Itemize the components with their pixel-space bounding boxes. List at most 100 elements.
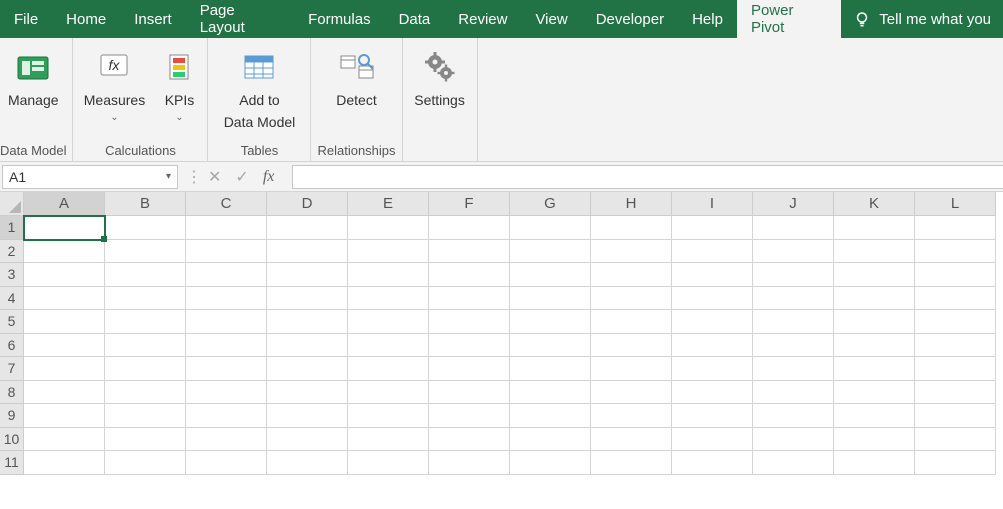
tab-view[interactable]: View (521, 0, 581, 38)
cell[interactable] (753, 240, 834, 264)
column-header[interactable]: D (267, 192, 348, 216)
cell[interactable] (672, 263, 753, 287)
column-header[interactable]: I (672, 192, 753, 216)
cell[interactable] (591, 263, 672, 287)
cell[interactable] (915, 287, 996, 311)
tab-data[interactable]: Data (385, 0, 445, 38)
chevron-down-icon[interactable]: ▾ (166, 171, 171, 182)
cell[interactable] (915, 263, 996, 287)
cell[interactable] (348, 216, 429, 240)
cell[interactable] (105, 310, 186, 334)
cell[interactable] (267, 334, 348, 358)
cell[interactable] (24, 357, 105, 381)
tab-file[interactable]: File (0, 0, 52, 38)
cell[interactable] (591, 357, 672, 381)
column-header[interactable]: C (186, 192, 267, 216)
cell[interactable] (267, 381, 348, 405)
cell[interactable] (105, 357, 186, 381)
cell[interactable] (24, 381, 105, 405)
row-header[interactable]: 1 (0, 216, 24, 240)
cell[interactable] (753, 404, 834, 428)
formula-input[interactable] (292, 165, 1003, 189)
column-header[interactable]: B (105, 192, 186, 216)
tab-help[interactable]: Help (678, 0, 737, 38)
cell[interactable] (24, 404, 105, 428)
cell[interactable] (834, 404, 915, 428)
cell[interactable] (753, 263, 834, 287)
cell[interactable] (834, 451, 915, 475)
column-header[interactable]: G (510, 192, 591, 216)
cell[interactable] (429, 240, 510, 264)
cell[interactable] (186, 451, 267, 475)
cell[interactable] (510, 404, 591, 428)
cell[interactable] (429, 263, 510, 287)
cell[interactable] (672, 240, 753, 264)
cell[interactable] (186, 310, 267, 334)
cell[interactable] (753, 428, 834, 452)
cell[interactable] (510, 216, 591, 240)
cell[interactable] (24, 310, 105, 334)
cell[interactable] (753, 334, 834, 358)
column-header[interactable]: L (915, 192, 996, 216)
cell[interactable] (915, 428, 996, 452)
cell[interactable] (105, 404, 186, 428)
cell[interactable] (510, 428, 591, 452)
cell[interactable] (105, 240, 186, 264)
cell[interactable] (753, 310, 834, 334)
cell[interactable] (672, 404, 753, 428)
cell[interactable] (348, 240, 429, 264)
cell[interactable] (672, 357, 753, 381)
cell[interactable] (915, 240, 996, 264)
cell[interactable] (186, 287, 267, 311)
column-header[interactable]: H (591, 192, 672, 216)
cell[interactable] (186, 334, 267, 358)
cell[interactable] (834, 263, 915, 287)
insert-function-button[interactable]: fx (263, 168, 275, 186)
cell[interactable] (915, 404, 996, 428)
cell[interactable] (186, 357, 267, 381)
column-header[interactable]: E (348, 192, 429, 216)
cell[interactable] (348, 404, 429, 428)
cell[interactable] (915, 381, 996, 405)
cell[interactable] (915, 357, 996, 381)
tab-page-layout[interactable]: Page Layout (186, 0, 294, 38)
cell[interactable] (834, 334, 915, 358)
cell[interactable] (348, 451, 429, 475)
manage-button[interactable]: Manage (2, 42, 64, 110)
measures-button[interactable]: fx Measures ⌄ (79, 42, 149, 124)
cell[interactable] (510, 240, 591, 264)
cell[interactable] (429, 357, 510, 381)
cell[interactable] (591, 451, 672, 475)
cell[interactable] (915, 451, 996, 475)
cell[interactable] (753, 451, 834, 475)
cell[interactable] (105, 334, 186, 358)
cell[interactable] (429, 310, 510, 334)
cell[interactable] (429, 334, 510, 358)
cell[interactable] (429, 287, 510, 311)
cell[interactable] (186, 404, 267, 428)
column-header[interactable]: K (834, 192, 915, 216)
cell[interactable] (348, 357, 429, 381)
cell[interactable] (348, 428, 429, 452)
cell[interactable] (267, 451, 348, 475)
cell[interactable] (672, 287, 753, 311)
cell[interactable] (510, 381, 591, 405)
tab-formulas[interactable]: Formulas (294, 0, 385, 38)
cell[interactable] (429, 451, 510, 475)
settings-button[interactable]: Settings (409, 42, 471, 110)
row-header[interactable]: 10 (0, 428, 24, 452)
cell[interactable] (429, 428, 510, 452)
cell[interactable] (834, 216, 915, 240)
cell[interactable] (267, 428, 348, 452)
cell[interactable] (915, 310, 996, 334)
cell[interactable] (834, 381, 915, 405)
row-header[interactable]: 8 (0, 381, 24, 405)
cell[interactable] (267, 404, 348, 428)
column-header[interactable]: J (753, 192, 834, 216)
cell[interactable] (834, 310, 915, 334)
cell[interactable] (267, 263, 348, 287)
cell[interactable] (429, 216, 510, 240)
cell[interactable] (348, 381, 429, 405)
cell[interactable] (915, 216, 996, 240)
cell[interactable] (510, 357, 591, 381)
